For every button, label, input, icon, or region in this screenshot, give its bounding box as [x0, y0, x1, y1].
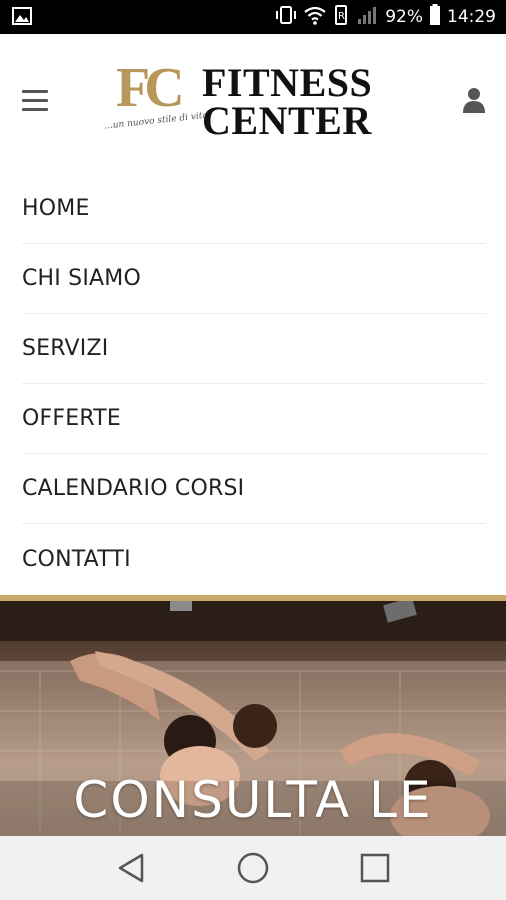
clock: 14:29	[447, 7, 496, 27]
signal-icon	[357, 5, 379, 30]
menu-item-contatti[interactable]: CONTATTI	[22, 524, 486, 594]
user-icon[interactable]	[462, 86, 486, 114]
status-icons: R 92% 14:29	[275, 0, 496, 34]
hero-headline: CONSULTA LE	[73, 771, 433, 829]
wifi-icon	[303, 5, 327, 30]
image-notification-icon	[12, 7, 32, 30]
hero-banner[interactable]: CONSULTA LE	[0, 601, 506, 836]
menu-item-offerte[interactable]: OFFERTE	[22, 384, 486, 454]
navigation-bar	[0, 836, 506, 900]
logo-line-2: CENTER	[202, 98, 372, 143]
battery-icon	[429, 3, 441, 31]
menu-item-calendario-corsi[interactable]: CALENDARIO CORSI	[22, 454, 486, 524]
status-bar: R 92% 14:29	[0, 0, 506, 34]
logo-fc-text: FC	[116, 57, 185, 119]
home-icon[interactable]	[223, 843, 283, 893]
svg-text:R: R	[338, 11, 345, 22]
menu-item-home[interactable]: HOME	[22, 174, 486, 244]
app-header: FC ...un nuovo stile di vita! FITNESS CE…	[0, 34, 506, 174]
fitness-center-logo[interactable]: FC ...un nuovo stile di vita! FITNESS CE…	[104, 58, 414, 150]
battery-percent: 92%	[385, 7, 423, 27]
menu-item-servizi[interactable]: SERVIZI	[22, 314, 486, 384]
data-saver-icon: R	[333, 4, 351, 31]
logo-wordmark: FITNESS CENTER	[202, 60, 373, 143]
menu-item-chi-siamo[interactable]: CHI SIAMO	[22, 244, 486, 314]
logo-line-1: FITNESS	[202, 60, 373, 105]
recents-icon[interactable]	[345, 843, 405, 893]
main-menu: HOME CHI SIAMO SERVIZI OFFERTE CALENDARI…	[22, 174, 486, 594]
vibrate-icon	[275, 5, 297, 30]
logo-monogram: FC ...un nuovo stile di vita!	[104, 57, 212, 148]
back-icon[interactable]	[101, 843, 161, 893]
hamburger-menu-icon[interactable]	[22, 90, 48, 112]
